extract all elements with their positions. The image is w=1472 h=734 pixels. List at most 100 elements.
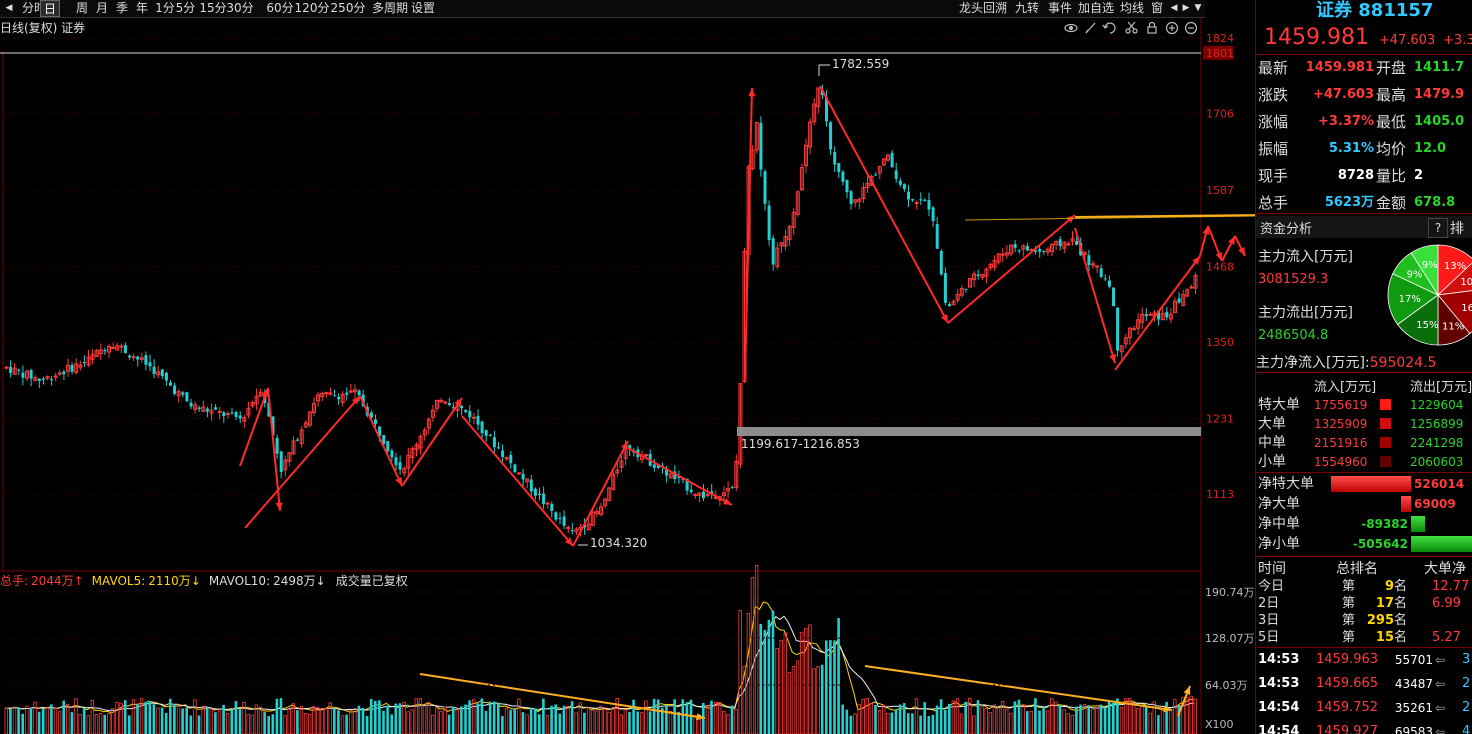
pie-label: 9% bbox=[1407, 270, 1423, 281]
toolbar-right-item-5[interactable]: 窗 bbox=[1148, 0, 1166, 17]
candle-body bbox=[845, 180, 849, 193]
volume-bar bbox=[554, 704, 557, 734]
period-tab-7[interactable]: 5分 bbox=[172, 0, 199, 17]
volume-bar bbox=[935, 705, 939, 734]
period-tab-8[interactable]: 15分 bbox=[198, 0, 228, 17]
volume-bar bbox=[529, 708, 533, 734]
candle-body bbox=[1099, 268, 1103, 277]
flow-type-label: 大单 bbox=[1258, 416, 1286, 432]
flow-in-swatch bbox=[1380, 437, 1391, 448]
volume-bar bbox=[468, 700, 471, 734]
toolbar-right-item-2[interactable]: 事件 bbox=[1045, 0, 1075, 17]
volume-bar bbox=[1087, 705, 1090, 734]
toolbar-menu-icon[interactable]: ◀ bbox=[2, 0, 16, 17]
candle-body bbox=[1144, 314, 1148, 317]
price-change: +47.603 bbox=[1378, 33, 1436, 48]
candle-body bbox=[517, 472, 521, 475]
tick-price: 1459.927 bbox=[1316, 724, 1379, 734]
volume-bar bbox=[464, 704, 467, 734]
candle-body bbox=[296, 439, 300, 441]
candle-body bbox=[148, 362, 152, 367]
volume-bar bbox=[238, 709, 242, 734]
toolbar-right-item-4[interactable]: 均线 bbox=[1118, 0, 1146, 17]
candle-body bbox=[374, 419, 377, 424]
tick-count: 2 bbox=[1462, 700, 1471, 715]
volume-bar bbox=[279, 698, 283, 734]
inflow-label: 主力流入[万元] bbox=[1258, 249, 1353, 265]
dropdown-icon[interactable]: ▼ bbox=[1192, 0, 1204, 17]
rank-number: 15 bbox=[1375, 630, 1394, 645]
toolbar-right-item-3[interactable]: 加自选 bbox=[1076, 0, 1116, 17]
candle-body bbox=[529, 479, 533, 492]
candle-body bbox=[874, 174, 878, 176]
candle-body bbox=[488, 434, 492, 436]
candle-body bbox=[484, 430, 488, 436]
volume-bar bbox=[1075, 706, 1078, 734]
period-tab-3[interactable]: 月 bbox=[92, 0, 112, 17]
candle-body bbox=[1038, 249, 1042, 252]
toolbar-right-item-0[interactable]: 龙头回溯 bbox=[955, 0, 1011, 17]
volume-bar bbox=[62, 700, 65, 734]
candle-body bbox=[4, 366, 9, 369]
candle-body bbox=[173, 385, 177, 395]
candle-body bbox=[501, 450, 505, 457]
candle-body bbox=[931, 207, 935, 222]
volume-bar bbox=[874, 705, 877, 734]
period-tab-14[interactable]: 设置 bbox=[408, 0, 438, 17]
rank-button[interactable]: 排 bbox=[1450, 218, 1464, 238]
toolbar-right-item-1[interactable]: 九转 bbox=[1013, 0, 1041, 17]
candle-body bbox=[131, 356, 136, 359]
candle-body bbox=[345, 392, 349, 395]
kline-chart[interactable]: 日线(复权) 证券 1824 1801 1706 1587 1468 1350 1231 11… bbox=[0, 18, 1255, 734]
volume-bar bbox=[378, 700, 381, 734]
rank-prefix: 第 bbox=[1342, 596, 1356, 611]
period-tab-13[interactable]: 多周期 bbox=[368, 0, 412, 17]
price-change-pct: +3.37 bbox=[1443, 33, 1472, 48]
candle-body bbox=[1058, 239, 1062, 247]
fund-pie-chart: 13% 10 16 11% 15% 17% 9%9% bbox=[1387, 244, 1472, 346]
period-tab-1[interactable]: 日 bbox=[40, 0, 60, 17]
volume-bar bbox=[521, 712, 525, 734]
volume-bar bbox=[632, 699, 635, 734]
period-tab-9[interactable]: 30分 bbox=[225, 0, 255, 17]
scroll-left-icon[interactable]: ◀ bbox=[1168, 0, 1180, 17]
pie-label: 10 bbox=[1460, 277, 1472, 288]
candle-body bbox=[29, 369, 33, 379]
volume-bar bbox=[451, 706, 455, 734]
quote-label: 振幅 bbox=[1258, 140, 1289, 158]
volume-bar bbox=[128, 715, 131, 734]
pie-label: 15% bbox=[1416, 320, 1438, 331]
candle-body bbox=[460, 405, 464, 409]
candle-body bbox=[348, 390, 353, 393]
scroll-right-icon[interactable]: ▶ bbox=[1180, 0, 1192, 17]
candle-body bbox=[898, 180, 902, 185]
tick-count: 4 bbox=[1462, 724, 1471, 734]
period-tab-12[interactable]: 250分 bbox=[328, 0, 368, 17]
candle-body bbox=[439, 399, 444, 402]
candle-body bbox=[468, 411, 472, 418]
volume-bar bbox=[1025, 711, 1029, 734]
period-tab-5[interactable]: 年 bbox=[132, 0, 152, 17]
volume-bar bbox=[136, 704, 139, 734]
candle-body bbox=[21, 372, 25, 378]
security-code: 881157 bbox=[1358, 0, 1434, 21]
volume-bar bbox=[9, 708, 12, 734]
candle-body bbox=[480, 421, 484, 434]
candle-body bbox=[82, 362, 86, 364]
candle-body bbox=[545, 502, 550, 505]
candle-body bbox=[829, 122, 833, 150]
period-tab-4[interactable]: 季 bbox=[112, 0, 132, 17]
candle-body bbox=[111, 347, 116, 350]
quote-value: +3.37% bbox=[1318, 114, 1374, 129]
volume-bar bbox=[1013, 701, 1017, 734]
help-button[interactable]: ? bbox=[1428, 218, 1448, 238]
quote-label: 最高 bbox=[1376, 86, 1407, 104]
volume-bar bbox=[538, 714, 541, 734]
candle-body bbox=[935, 224, 939, 249]
pie-label: 11% bbox=[1442, 322, 1464, 333]
volume-bar bbox=[730, 705, 734, 734]
period-tab-11[interactable]: 120分 bbox=[292, 0, 332, 17]
period-tab-2[interactable]: 周 bbox=[72, 0, 92, 17]
candle-body bbox=[169, 382, 172, 386]
tick-direction-icon: ⇦ bbox=[1435, 677, 1446, 691]
